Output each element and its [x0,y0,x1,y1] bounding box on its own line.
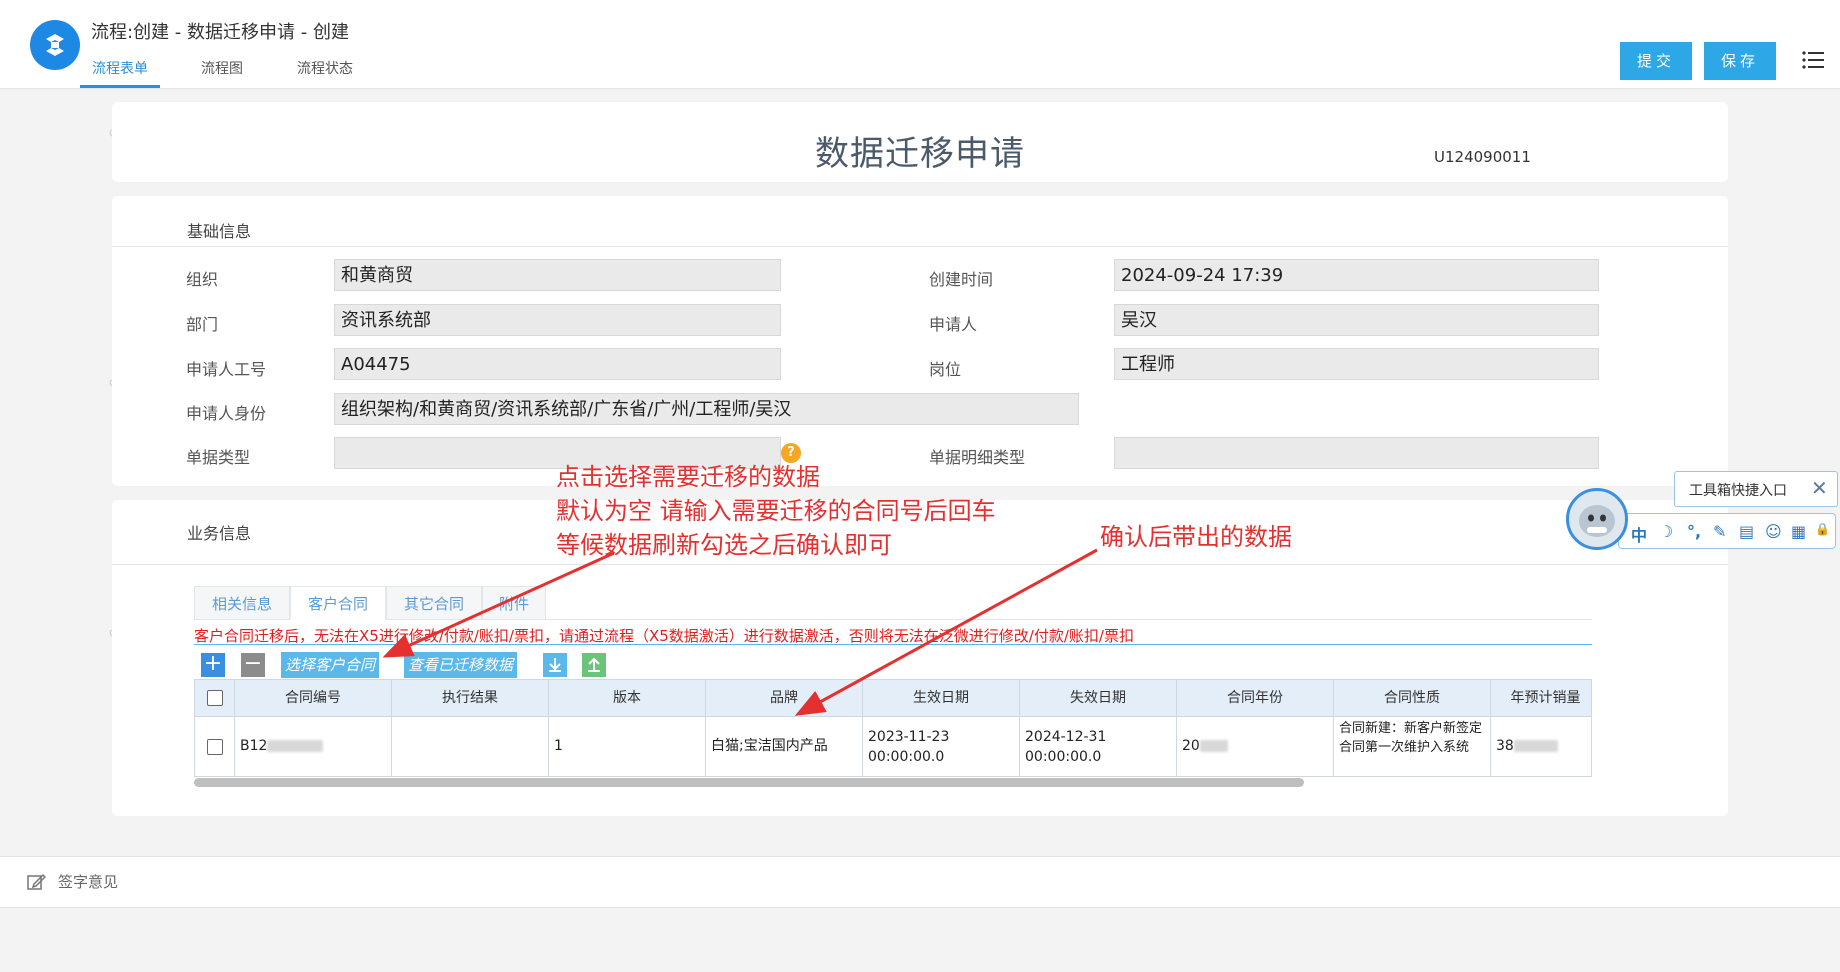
lock-icon[interactable]: 🔒 [1815,522,1830,536]
grid-icon[interactable]: ▦ [1791,522,1806,541]
sign-opinion-label: 签字意见 [58,873,119,891]
toolbox-bar: 中 ☽ °, ✎ ▤ ☺ ▦ 🔒 [1618,513,1836,549]
wrench-icon[interactable]: ✎ [1713,522,1726,541]
assistant-avatar[interactable] [1566,488,1628,550]
punctuation-icon[interactable]: °, [1687,522,1701,541]
chinese-input-icon[interactable]: 中 [1631,522,1647,546]
sign-opinion-bar[interactable]: 签字意见 [0,856,1840,908]
clipboard-icon[interactable]: ▤ [1739,522,1754,541]
annotation-arrow-left [382,551,615,658]
toolbox-title: 工具箱快捷入口 [1689,483,1787,499]
robot-icon [1579,505,1615,537]
close-icon[interactable]: ✕ [1811,476,1828,500]
moon-icon[interactable]: ☽ [1659,522,1673,541]
annotation-arrows [382,548,1098,716]
emoji-icon[interactable]: ☺ [1765,522,1782,541]
edit-icon [27,873,46,890]
annotation-arrow-right [794,548,1098,716]
